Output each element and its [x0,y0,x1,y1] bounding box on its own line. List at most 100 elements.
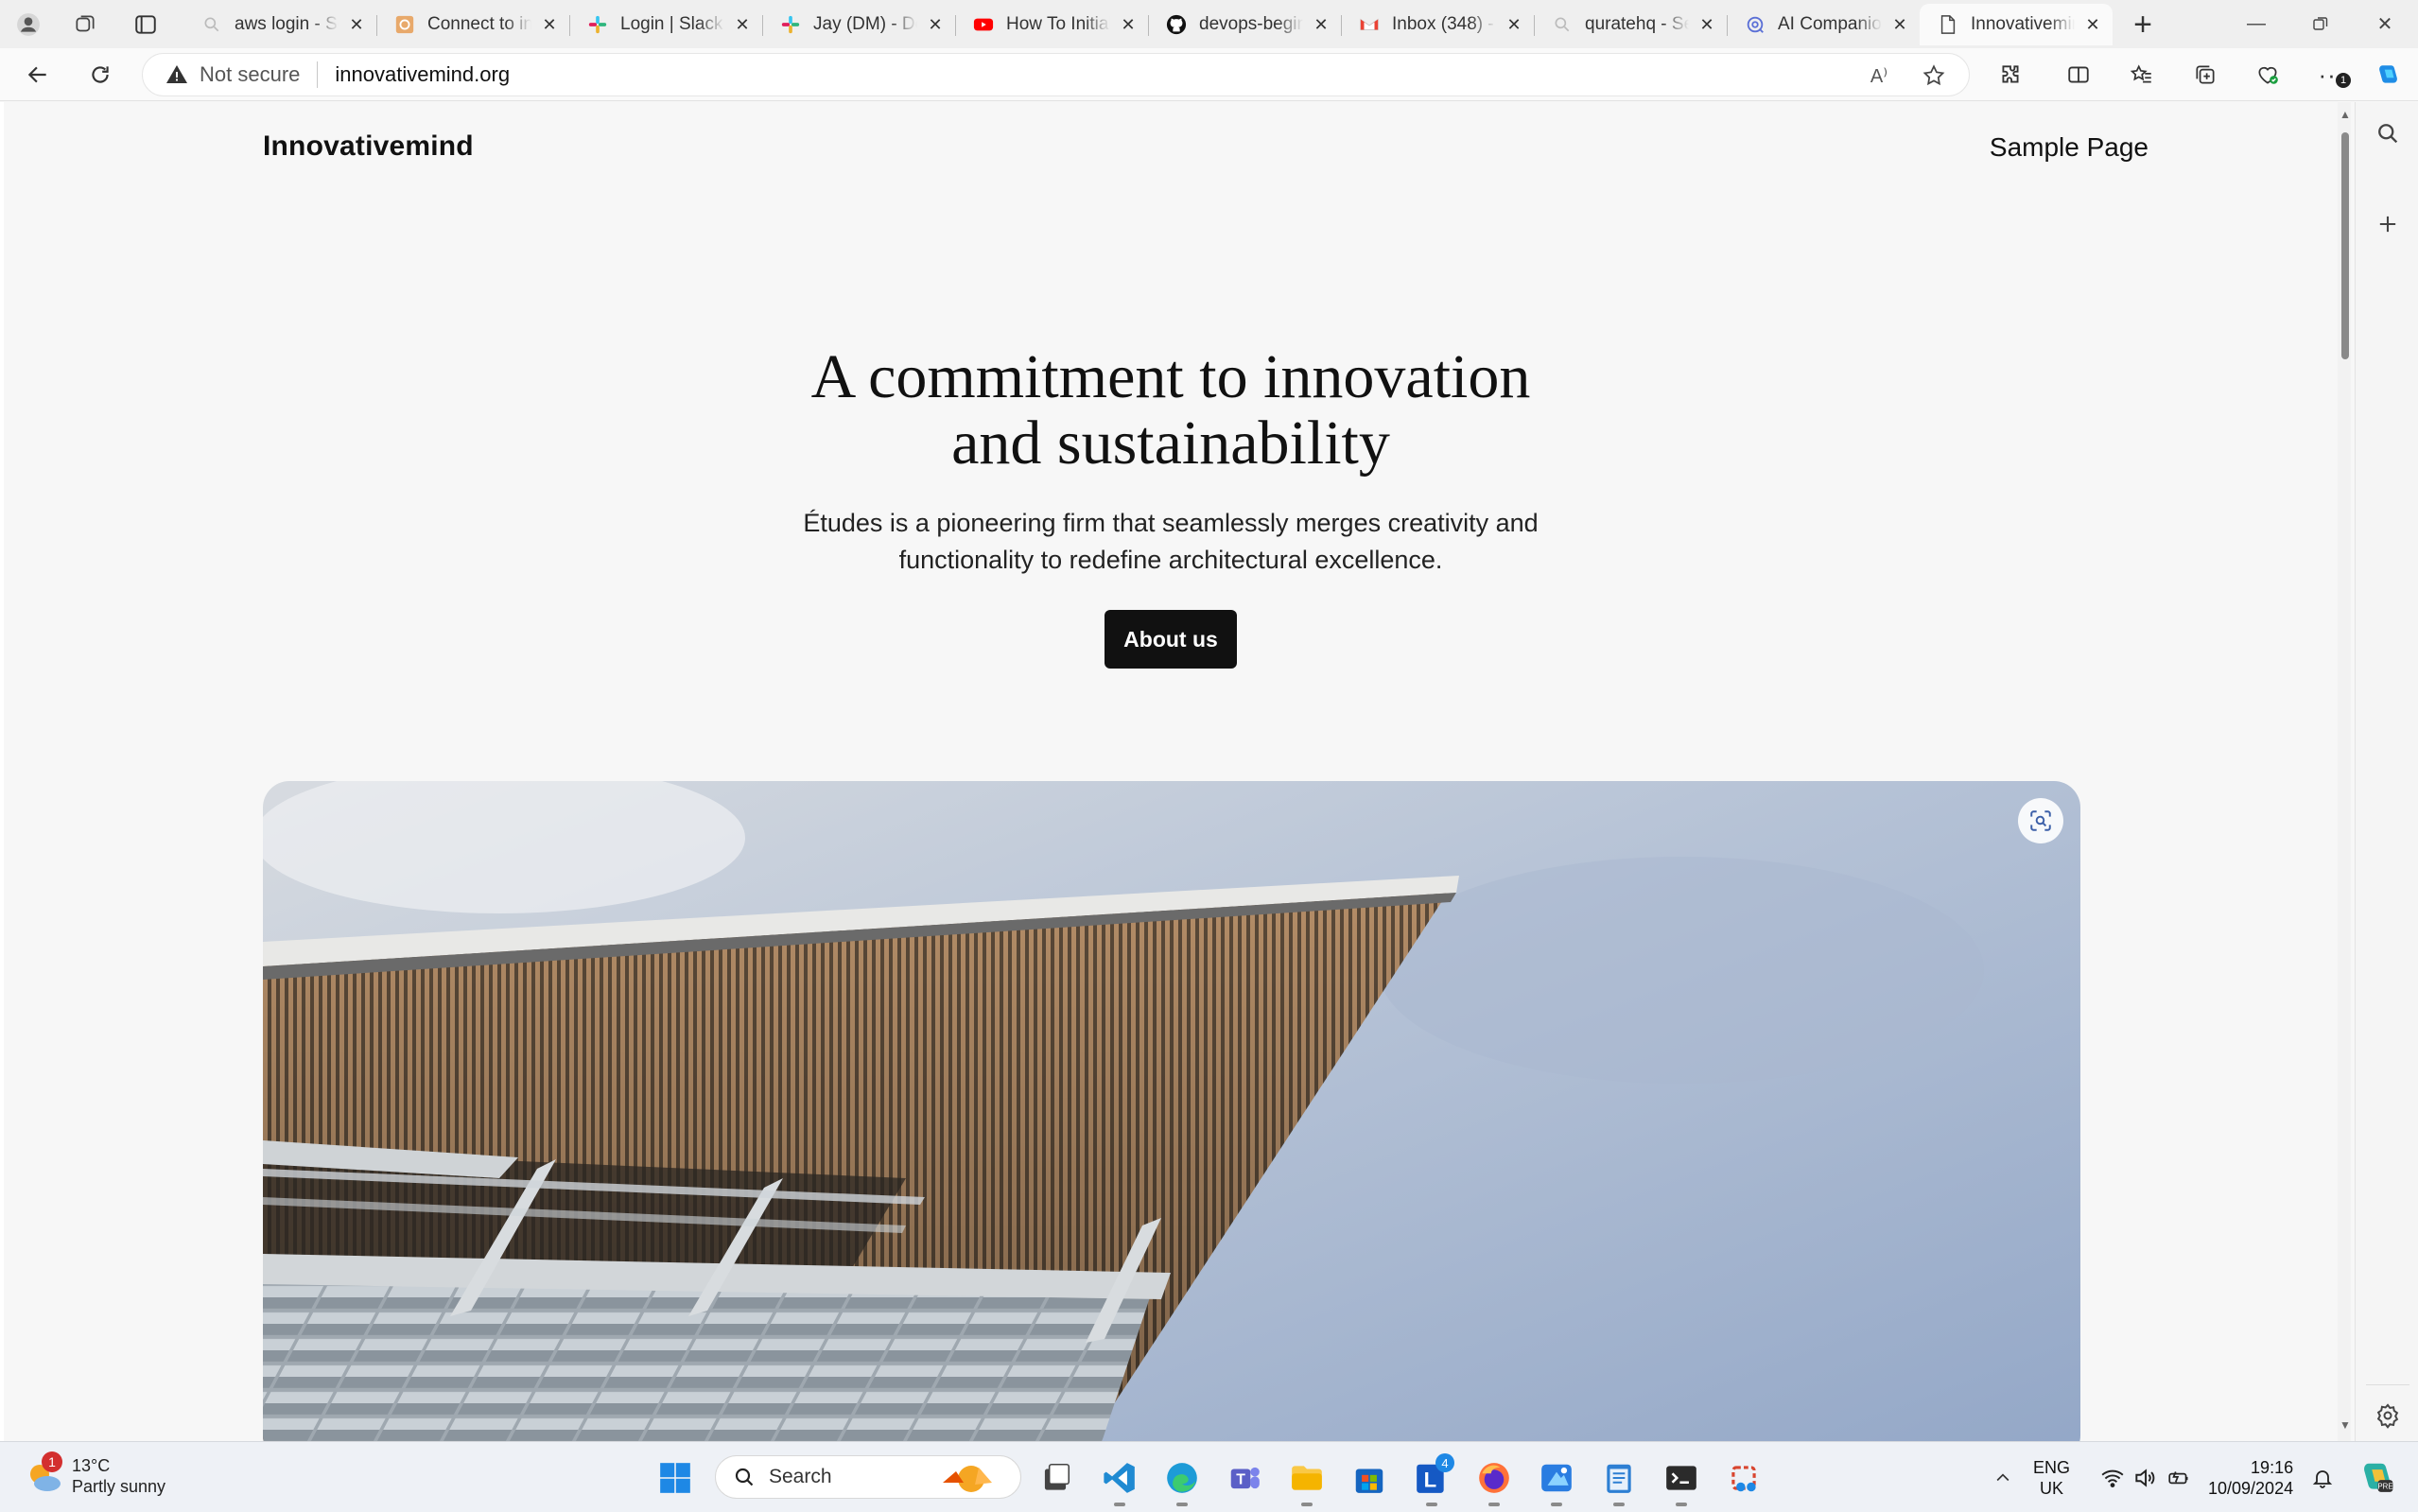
sidebar-search-button[interactable] [2366,112,2409,155]
chevron-up-icon [1996,1473,2009,1482]
favorites-button[interactable] [2121,56,2163,94]
tab-close-icon[interactable]: ✕ [537,12,562,37]
weather-widget[interactable]: 1 13°C Partly sunny [23,1451,166,1497]
tab-close-icon[interactable]: ✕ [1309,12,1333,37]
battery-icon [2168,1471,2188,1485]
new-tab-button[interactable]: + [2122,6,2164,43]
edge-button[interactable] [1159,1455,1205,1506]
svg-text:PRE: PRE [2377,1483,2392,1491]
store-icon [1355,1469,1383,1493]
close-window-button[interactable]: ✕ [2353,0,2417,47]
workspaces-button[interactable] [64,6,106,43]
browser-tab[interactable]: AI Companion ✕ [1727,4,1920,45]
browser-tab[interactable]: quratehq - Se ✕ [1534,4,1727,45]
browser-essentials-button[interactable] [2247,56,2288,94]
workspaces-icon [76,15,95,32]
vscode-button[interactable] [1097,1455,1142,1506]
tab-title: Inbox (348) - a [1392,14,1496,34]
settings-more-button[interactable]: ··· 1 [2309,56,2355,94]
tab-close-icon[interactable]: ✕ [1887,12,1912,37]
address-separator [317,61,319,88]
extensions-button[interactable] [1990,56,2031,94]
plus-icon: + [2133,6,2152,43]
tab-close-icon[interactable]: ✕ [1695,12,1719,37]
browser-tab[interactable]: Jay (DM) - De ✕ [762,4,955,45]
back-button[interactable] [17,56,59,94]
tab-close-icon[interactable]: ✕ [730,12,755,37]
github-favicon-icon [1165,13,1188,36]
volume-status[interactable] [2128,1461,2162,1495]
browser-tab[interactable]: Innovativemin ✕ [1920,4,2113,45]
scrollbar-thumb[interactable] [2341,132,2349,359]
clock-time: 19:16 [2251,1458,2294,1477]
visual-search-icon [2030,810,2051,831]
sidebar-settings-button[interactable] [2366,1394,2409,1437]
scroll-up-arrow-icon[interactable]: ▲ [2340,108,2351,121]
edge-icon [1167,1463,1197,1493]
windows-start-icon [660,1463,690,1493]
copilot-button[interactable] [2367,56,2409,94]
security-status[interactable]: Not secure [200,62,300,87]
weather-condition: Partly sunny [72,1477,166,1496]
weather-temperature: 13°C [72,1456,111,1475]
about-us-button[interactable]: About us [1105,610,1237,669]
site-title[interactable]: Innovativemind [263,130,474,163]
snipping-tool-button[interactable] [1721,1455,1766,1501]
notifications-button[interactable] [2305,1461,2340,1495]
search-favicon-icon [1551,13,1574,36]
clock[interactable]: 19:16 10/09/2024 [2208,1457,2293,1499]
tab-close-icon[interactable]: ✕ [344,12,369,37]
gear-icon [2376,1403,2399,1429]
language-indicator[interactable]: ENG UK [2033,1457,2070,1499]
browser-tab[interactable]: aws login - Se ✕ [183,4,376,45]
microsoft-store-button[interactable] [1347,1455,1392,1501]
refresh-button[interactable] [79,56,121,94]
file-explorer-icon [1292,1466,1322,1490]
favorite-star-icon[interactable] [1921,62,1947,89]
nav-link-sample-page[interactable]: Sample Page [1990,132,2148,163]
file-explorer-button[interactable] [1284,1455,1330,1506]
firefox-button[interactable] [1471,1455,1517,1506]
visual-search-button[interactable] [2018,798,2063,843]
weather-badge: 1 [42,1451,62,1472]
lens-button[interactable]: L 4 [1409,1453,1454,1506]
task-view-button[interactable] [1033,1455,1078,1501]
battery-status[interactable] [2162,1461,2196,1495]
address-bar[interactable]: Not secure innovativemind.org A⁾ [142,53,1970,96]
read-aloud-icon[interactable]: A⁾ [1866,62,1892,89]
split-screen-button[interactable] [2058,56,2099,94]
tab-close-icon[interactable]: ✕ [1502,12,1526,37]
minimize-button[interactable]: — [2224,0,2288,47]
slack-favicon-icon [586,13,609,36]
browser-tab[interactable]: Login | Slack ✕ [569,4,762,45]
tab-close-icon[interactable]: ✕ [923,12,948,37]
tab-close-icon[interactable]: ✕ [1116,12,1140,37]
notepad-button[interactable] [1596,1455,1642,1506]
tab-close-icon[interactable]: ✕ [2080,12,2105,37]
url-text[interactable]: innovativemind.org [335,62,510,87]
tab-title: quratehq - Se [1585,14,1689,34]
copilot-taskbar-button[interactable]: PRE [2355,1455,2398,1499]
browser-tab[interactable]: Inbox (348) - a ✕ [1341,4,1534,45]
browser-tab[interactable]: How To Initiali ✕ [955,4,1148,45]
show-hidden-icons-button[interactable] [1986,1463,2020,1493]
restore-button[interactable] [2288,0,2353,47]
vertical-tabs-button[interactable] [125,6,166,43]
refresh-icon [92,66,109,83]
tab-actions-icon [135,15,156,34]
favorites-icon [2130,64,2151,83]
paint-button[interactable] [1534,1455,1579,1506]
sidebar-add-button[interactable] [2366,202,2409,246]
terminal-button[interactable] [1659,1455,1704,1506]
browser-tab[interactable]: Connect to in ✕ [376,4,569,45]
wifi-status[interactable] [2096,1461,2130,1495]
firefox-icon [1479,1463,1509,1493]
browser-tab[interactable]: devops-begin ✕ [1148,4,1341,45]
taskbar-search-box[interactable]: Search [715,1455,1021,1499]
teams-button[interactable]: T [1222,1455,1267,1501]
collections-button[interactable] [2184,56,2226,94]
tab-list: aws login - Se ✕ Connect to in ✕ Login | Sla… [183,4,2113,45]
start-button[interactable] [652,1455,698,1501]
profile-button[interactable] [8,6,49,43]
scroll-down-arrow-icon[interactable]: ▼ [2340,1418,2351,1432]
